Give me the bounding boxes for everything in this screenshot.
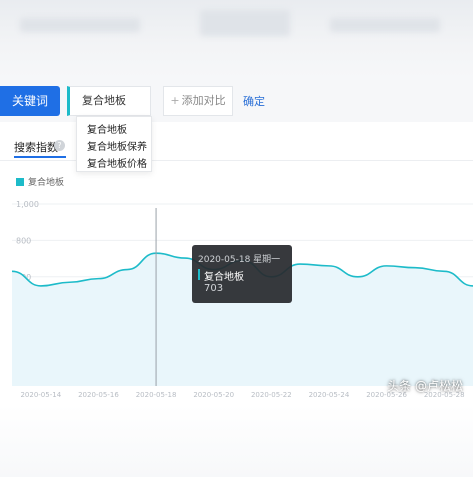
add-compare-button[interactable]: + 添加对比 [163,86,233,116]
keyword-input[interactable]: 复合地板 [67,86,151,116]
x-tick-label: 2020-05-22 [251,391,292,399]
x-tick-label: 2020-05-18 [136,391,177,399]
tooltip-series-marker [198,269,200,280]
tooltip-series-name: 复合地板 [204,272,244,283]
suggestion-item[interactable]: 复合地板保养 [87,138,147,153]
add-compare-label: 添加对比 [181,94,226,107]
suggestion-item[interactable]: 复合地板 [87,121,127,136]
legend-swatch [16,178,24,186]
keyword-tab[interactable]: 关键词 [0,86,60,116]
blurred-text [20,18,140,32]
active-tab-indicator [14,156,66,158]
blurred-header [0,0,473,78]
blurred-text [330,18,440,32]
x-tick-label: 2020-05-16 [78,391,119,399]
tooltip-value: 703 [204,283,224,294]
section-title: 搜索指数 [14,141,58,154]
chart-tooltip: 2020-05-18 星期一 复合地板 703 [192,245,292,303]
y-tick-label: 1,000 [16,200,39,209]
divider [0,160,473,161]
tooltip-date: 2020-05-18 星期一 [198,255,281,265]
legend-label: 复合地板 [28,178,65,188]
chart-legend[interactable]: 复合地板 [16,175,64,188]
confirm-button[interactable]: 确定 [243,93,265,109]
bottom-area [0,405,473,477]
watermark: 头条 @卢松松 [387,379,463,393]
x-tick-label: 2020-05-14 [20,391,61,399]
question-icon[interactable]: ? [54,140,65,151]
suggestion-item[interactable]: 复合地板价格 [87,155,147,170]
x-tick-label: 2020-05-24 [309,391,350,399]
suggestion-dropdown: 复合地板 复合地板保养 复合地板价格 [76,116,152,172]
plus-icon: + [170,94,180,107]
blurred-text [200,10,290,36]
y-tick-label: 800 [16,236,31,245]
x-tick-label: 2020-05-20 [193,391,234,399]
